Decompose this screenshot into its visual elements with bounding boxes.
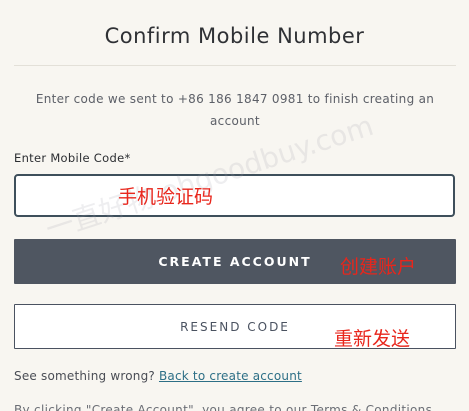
- instruction-text: Enter code we sent to +86 186 1847 0981 …: [35, 92, 435, 128]
- title-divider: [14, 65, 456, 66]
- back-to-create-account-link[interactable]: Back to create account: [159, 369, 302, 383]
- footer-text: See something wrong? Back to create acco…: [14, 369, 302, 383]
- page-title: Confirm Mobile Number: [104, 24, 365, 48]
- annotation-resend-code: 重新发送: [334, 328, 411, 350]
- confirm-mobile-page: Confirm Mobile Number Enter code we sent…: [0, 0, 469, 411]
- footer-prompt: See something wrong?: [14, 369, 159, 383]
- annotation-create-account: 创建账户: [340, 256, 417, 278]
- mobile-code-label: Enter Mobile Code*: [14, 151, 131, 165]
- truncated-terms-line: By clicking "Create Account", you agree …: [14, 403, 433, 411]
- annotation-mobile-code: 手机验证码: [118, 186, 214, 208]
- mobile-code-input[interactable]: [14, 174, 455, 217]
